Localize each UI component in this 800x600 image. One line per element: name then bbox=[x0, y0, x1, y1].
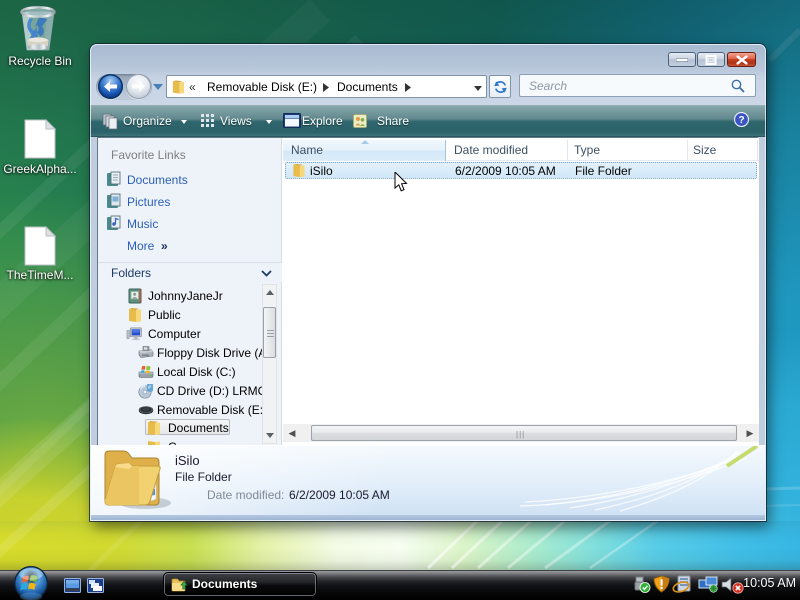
svg-text:#: # bbox=[148, 385, 151, 391]
svg-text:?: ? bbox=[738, 115, 744, 126]
